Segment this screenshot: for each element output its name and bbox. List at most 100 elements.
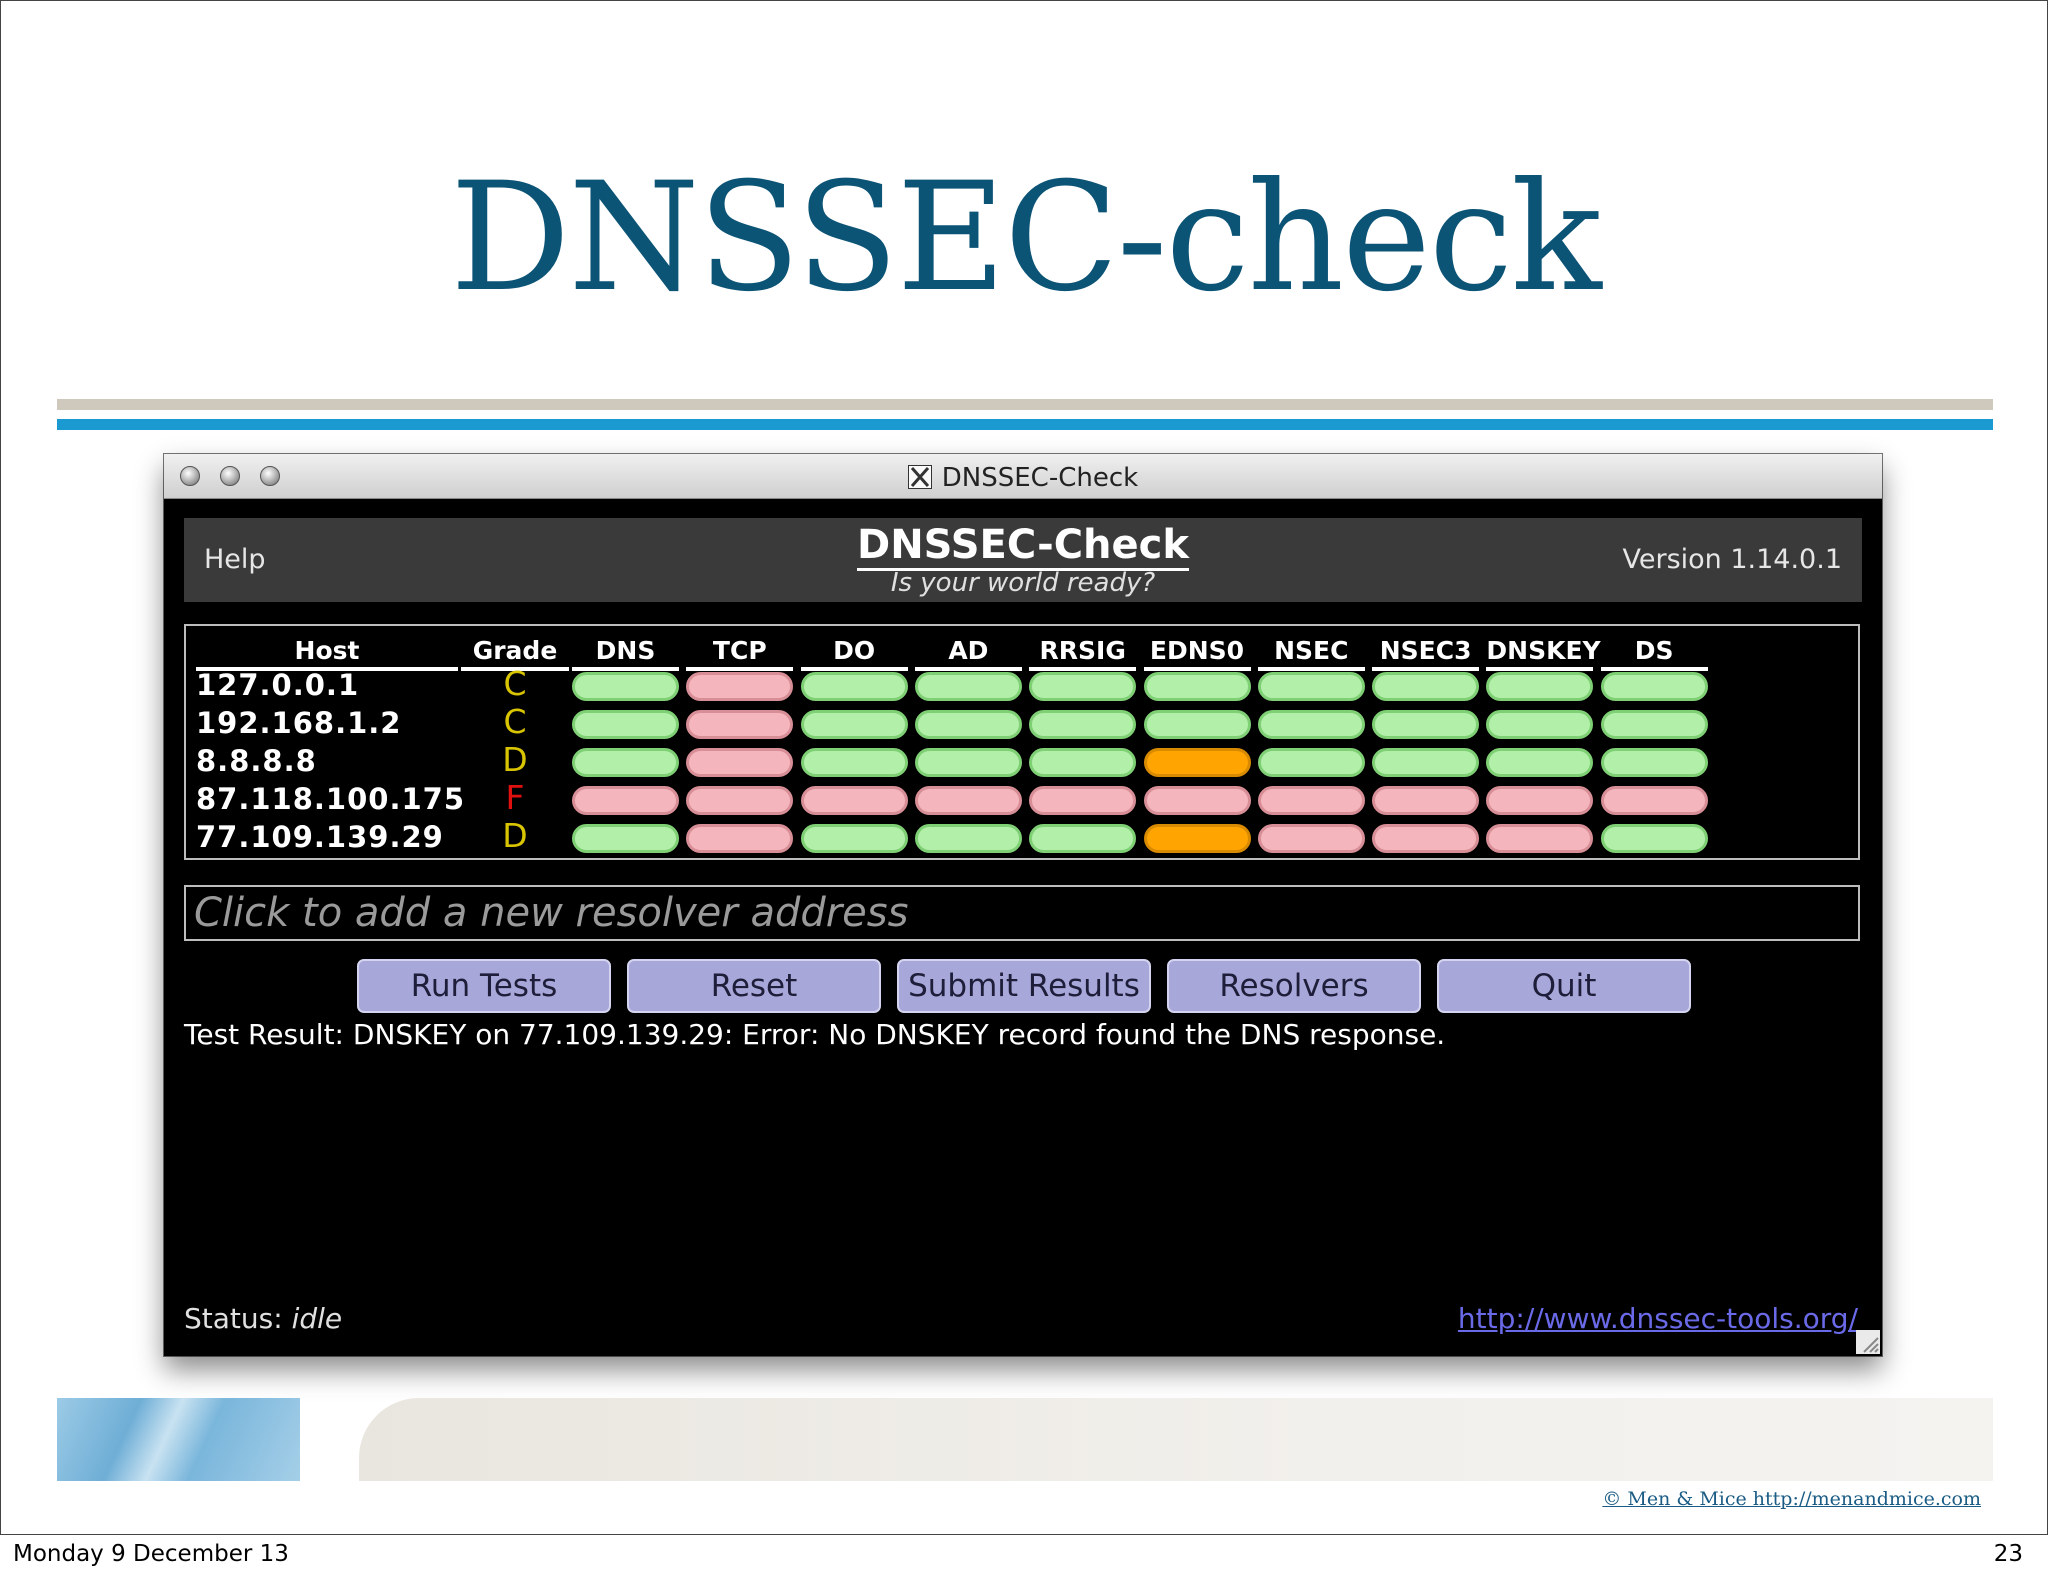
test-status-edns0-fail[interactable]	[1143, 786, 1251, 815]
test-status-nsec-fail[interactable]	[1257, 786, 1365, 815]
column-header-host: Host	[196, 636, 458, 671]
test-status-ds-pass[interactable]	[1600, 710, 1708, 739]
app-subtitle: Is your world ready?	[890, 568, 1156, 598]
resize-grip-icon[interactable]	[1856, 1330, 1880, 1354]
copyright-link[interactable]: © Men & Mice http://menandmice.com	[1602, 1488, 1981, 1510]
test-status-dnskey-pass[interactable]	[1486, 748, 1594, 777]
grade-cell: C	[503, 664, 527, 703]
column-header-ad: AD	[914, 636, 1022, 671]
app-title: DNSSEC-Check	[184, 522, 1862, 571]
test-status-ad-fail[interactable]	[914, 786, 1022, 815]
host-cell: 77.109.139.29	[196, 820, 444, 854]
run-tests-button[interactable]: Run Tests	[357, 959, 611, 1013]
column-header-dns: DNS	[572, 636, 679, 671]
page-number: 23	[1993, 1541, 2023, 1567]
test-status-nsec3-pass[interactable]	[1372, 748, 1480, 777]
grade-cell: C	[503, 702, 527, 741]
test-status-ds-pass[interactable]	[1600, 748, 1708, 777]
status-value: idle	[291, 1302, 343, 1335]
window-title: DNSSEC-Check	[164, 463, 1882, 493]
footer-decoration-image	[57, 1398, 300, 1481]
test-status-dnskey-pass[interactable]	[1486, 710, 1594, 739]
divider-blue	[57, 419, 1993, 430]
resolver-address-input[interactable]	[184, 885, 1860, 941]
test-status-dns-pass[interactable]	[572, 710, 679, 739]
test-status-dnskey-fail[interactable]	[1486, 824, 1594, 853]
test-status-rrsig-fail[interactable]	[1029, 786, 1137, 815]
test-status-nsec3-fail[interactable]	[1372, 786, 1480, 815]
column-header-nsec: NSEC	[1257, 636, 1365, 671]
test-status-ds-pass[interactable]	[1600, 824, 1708, 853]
status-label: Status:	[184, 1302, 283, 1335]
test-status-rrsig-pass[interactable]	[1029, 672, 1137, 701]
test-status-dnskey-fail[interactable]	[1486, 786, 1594, 815]
test-status-nsec-fail[interactable]	[1257, 824, 1365, 853]
test-status-dnskey-pass[interactable]	[1486, 672, 1594, 701]
test-status-edns0-pass[interactable]	[1143, 672, 1251, 701]
test-status-ad-pass[interactable]	[914, 710, 1022, 739]
host-cell: 192.168.1.2	[196, 706, 402, 740]
x11-icon	[907, 465, 932, 489]
reset-button[interactable]: Reset	[627, 959, 881, 1013]
divider-gray	[57, 399, 1993, 410]
test-status-ad-pass[interactable]	[914, 824, 1022, 853]
app-window: DNSSEC-Check Help DNSSEC-Check Is your w…	[164, 454, 1882, 1356]
version-label: Version 1.14.0.1	[1622, 544, 1842, 575]
slide-title: DNSSEC-check	[450, 151, 1602, 325]
test-status-nsec-pass[interactable]	[1257, 748, 1365, 777]
column-header-do: DO	[800, 636, 908, 671]
slide: DNSSEC-check DNSSEC-Check Help DNSSEC-Ch…	[0, 0, 2048, 1535]
grade-cell: D	[502, 740, 528, 779]
test-status-nsec-pass[interactable]	[1257, 710, 1365, 739]
test-status-edns0-warn[interactable]	[1143, 748, 1251, 777]
resolvers-button[interactable]: Resolvers	[1167, 959, 1421, 1013]
test-status-do-fail[interactable]	[800, 786, 908, 815]
test-status-do-pass[interactable]	[800, 824, 908, 853]
test-status-do-pass[interactable]	[800, 710, 908, 739]
test-result-text: Test Result: DNSKEY on 77.109.139.29: Er…	[184, 1018, 1446, 1051]
test-status-nsec3-fail[interactable]	[1372, 824, 1480, 853]
column-header-tcp: TCP	[686, 636, 794, 671]
test-status-rrsig-pass[interactable]	[1029, 824, 1137, 853]
test-status-nsec-pass[interactable]	[1257, 672, 1365, 701]
print-date: Monday 9 December 13	[13, 1541, 289, 1567]
test-status-ad-pass[interactable]	[914, 748, 1022, 777]
test-status-dns-pass[interactable]	[572, 748, 679, 777]
test-status-tcp-fail[interactable]	[686, 710, 794, 739]
app-title-text: DNSSEC-Check	[857, 522, 1189, 571]
window-title-text: DNSSEC-Check	[941, 463, 1139, 493]
test-status-ds-pass[interactable]	[1600, 672, 1708, 701]
test-status-do-pass[interactable]	[800, 672, 908, 701]
test-status-tcp-fail[interactable]	[686, 824, 794, 853]
host-cell: 8.8.8.8	[196, 744, 317, 778]
test-status-ad-pass[interactable]	[914, 672, 1022, 701]
submit-results-button[interactable]: Submit Results	[897, 959, 1151, 1013]
test-status-edns0-pass[interactable]	[1143, 710, 1251, 739]
test-status-ds-fail[interactable]	[1600, 786, 1708, 815]
status-line: Status: idle	[184, 1302, 342, 1335]
test-status-tcp-fail[interactable]	[686, 786, 794, 815]
column-header-edns0: EDNS0	[1143, 636, 1251, 671]
column-header-dnskey: DNSKEY	[1486, 636, 1601, 671]
test-status-dns-pass[interactable]	[572, 824, 679, 853]
footer-decoration-band	[359, 1398, 1993, 1481]
grade-cell: D	[502, 816, 528, 855]
test-status-do-pass[interactable]	[800, 748, 908, 777]
dnssec-tools-link[interactable]: http://www.dnssec-tools.org/	[1458, 1302, 1858, 1335]
test-status-dns-pass[interactable]	[572, 672, 679, 701]
quit-button[interactable]: Quit	[1437, 959, 1691, 1013]
column-header-nsec3: NSEC3	[1372, 636, 1480, 671]
test-status-edns0-warn[interactable]	[1143, 824, 1251, 853]
column-header-ds: DS	[1600, 636, 1708, 671]
host-cell: 127.0.0.1	[196, 668, 360, 702]
test-status-tcp-fail[interactable]	[686, 672, 794, 701]
test-status-rrsig-pass[interactable]	[1029, 710, 1137, 739]
results-grid: Host Grade DNS TCP DO AD RRSIG EDNS0 NSEC NSEC3 DN…	[184, 624, 1860, 860]
window-titlebar[interactable]: DNSSEC-Check	[164, 454, 1882, 499]
grade-cell: F	[505, 778, 525, 817]
test-status-rrsig-pass[interactable]	[1029, 748, 1137, 777]
test-status-nsec3-pass[interactable]	[1372, 710, 1480, 739]
test-status-nsec3-pass[interactable]	[1372, 672, 1480, 701]
test-status-tcp-fail[interactable]	[686, 748, 794, 777]
test-status-dns-fail[interactable]	[572, 786, 679, 815]
